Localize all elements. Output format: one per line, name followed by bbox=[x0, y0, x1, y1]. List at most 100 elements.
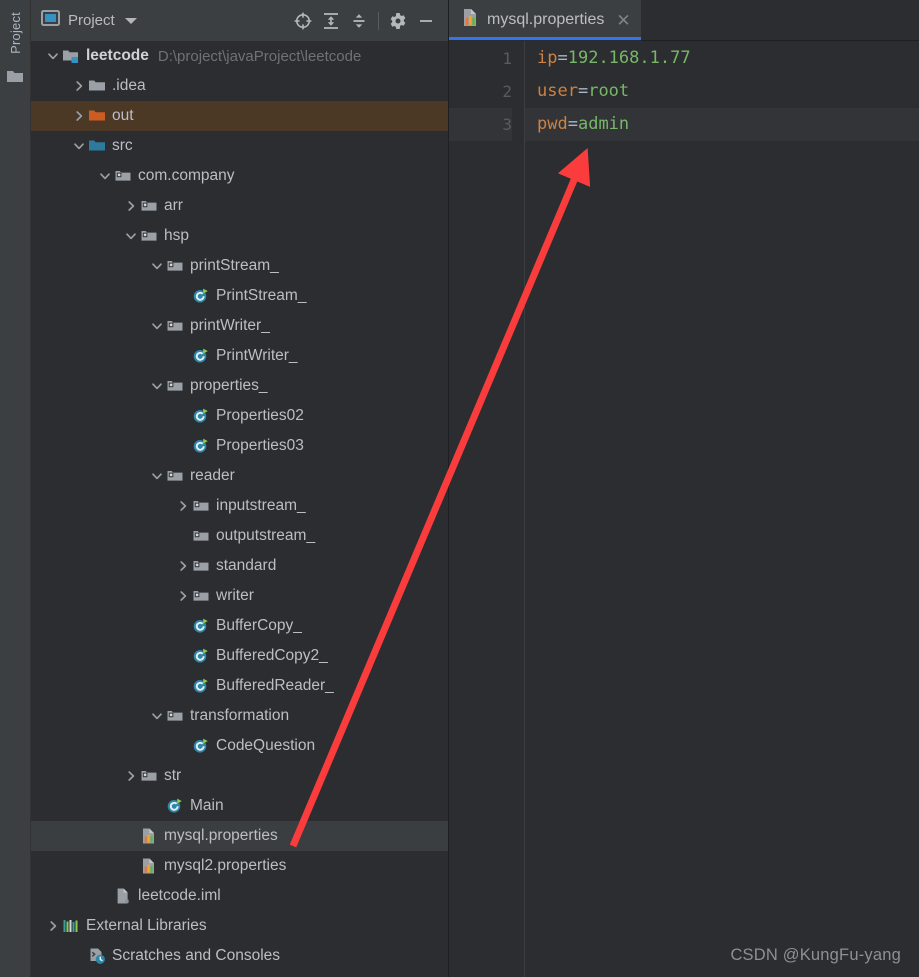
chevron-down-icon[interactable] bbox=[123, 228, 139, 244]
tree-row-label: printWriter_ bbox=[190, 317, 270, 334]
tree-arrow-placeholder bbox=[175, 528, 191, 544]
tree-row[interactable]: properties_ bbox=[31, 371, 448, 401]
tree-row[interactable]: reader bbox=[31, 461, 448, 491]
tree-row[interactable]: inputstream_ bbox=[31, 491, 448, 521]
tree-row[interactable]: arr bbox=[31, 191, 448, 221]
close-icon[interactable]: ✕ bbox=[616, 12, 630, 29]
tree-row[interactable]: leetcode D:\project\javaProject\leetcode bbox=[31, 41, 448, 71]
chevron-down-icon[interactable] bbox=[149, 258, 165, 274]
code-line[interactable]: pwd=admin bbox=[525, 108, 919, 141]
chevron-down-icon[interactable] bbox=[124, 17, 137, 24]
properties-file-icon bbox=[140, 827, 158, 845]
tree-row-label: writer bbox=[216, 587, 254, 604]
tree-row[interactable]: Properties03 bbox=[31, 431, 448, 461]
tree-row[interactable]: transformation bbox=[31, 701, 448, 731]
line-number[interactable]: 1 bbox=[449, 42, 512, 75]
tree-row[interactable]: BufferedReader_ bbox=[31, 671, 448, 701]
locate-in-tree-button[interactable] bbox=[289, 7, 317, 35]
tree-row[interactable]: outputstream_ bbox=[31, 521, 448, 551]
code-text-area[interactable]: ip=192.168.1.77 user=root pwd=admin bbox=[524, 41, 919, 977]
line-number-gutter[interactable]: 123 bbox=[449, 41, 524, 977]
java-class-runnable-icon bbox=[192, 677, 210, 695]
chevron-right-icon[interactable] bbox=[123, 198, 139, 214]
gear-icon[interactable] bbox=[384, 7, 412, 35]
chevron-right-icon[interactable] bbox=[175, 588, 191, 604]
package-icon bbox=[140, 197, 158, 215]
tree-row[interactable]: printWriter_ bbox=[31, 311, 448, 341]
tree-row[interactable]: PrintWriter_ bbox=[31, 341, 448, 371]
tree-row-label: External Libraries bbox=[86, 917, 207, 934]
chevron-right-icon[interactable] bbox=[175, 558, 191, 574]
sidebar-tab-project-label: Project bbox=[7, 12, 23, 54]
tree-row[interactable]: standard bbox=[31, 551, 448, 581]
tree-row[interactable]: External Libraries bbox=[31, 911, 448, 941]
chevron-down-icon[interactable] bbox=[149, 318, 165, 334]
tree-row[interactable]: Scratches and Consoles bbox=[31, 941, 448, 971]
tree-row[interactable]: .idea bbox=[31, 71, 448, 101]
tree-row[interactable]: writer bbox=[31, 581, 448, 611]
tree-row-label: src bbox=[112, 137, 133, 154]
tree-row[interactable]: BufferedCopy2_ bbox=[31, 641, 448, 671]
editor-tab-bar: mysql.properties ✕ bbox=[449, 0, 919, 41]
package-icon bbox=[140, 767, 158, 785]
tree-arrow-placeholder bbox=[71, 948, 87, 964]
chevron-down-icon[interactable] bbox=[149, 378, 165, 394]
editor-tab-mysql-properties[interactable]: mysql.properties ✕ bbox=[449, 0, 641, 40]
tree-row-label: mysql2.properties bbox=[164, 857, 287, 874]
chevron-down-icon[interactable] bbox=[71, 138, 87, 154]
folder-icon[interactable] bbox=[6, 68, 24, 89]
sidebar-tab-project[interactable]: Project bbox=[8, 8, 23, 58]
csdn-watermark: CSDN @KungFu-yang bbox=[730, 946, 901, 964]
libraries-icon bbox=[62, 917, 80, 935]
code-line[interactable]: ip=192.168.1.77 bbox=[525, 42, 919, 75]
tree-row[interactable]: out bbox=[31, 101, 448, 131]
tree-row-label: hsp bbox=[164, 227, 189, 244]
tree-arrow-placeholder bbox=[175, 618, 191, 634]
project-tree[interactable]: leetcode D:\project\javaProject\leetcode.… bbox=[31, 41, 448, 977]
tree-row-label: Main bbox=[190, 797, 224, 814]
tree-row-label: Properties03 bbox=[216, 437, 304, 454]
tree-row[interactable]: leetcode.iml bbox=[31, 881, 448, 911]
chevron-right-icon[interactable] bbox=[71, 78, 87, 94]
tree-row[interactable]: mysql.properties bbox=[31, 821, 448, 851]
tree-row-label: BufferedCopy2_ bbox=[216, 647, 328, 664]
tree-arrow-placeholder bbox=[175, 408, 191, 424]
code-line[interactable]: user=root bbox=[525, 75, 919, 108]
hide-panel-button[interactable] bbox=[412, 7, 440, 35]
tree-row-label: com.company bbox=[138, 167, 235, 184]
collapse-all-button[interactable] bbox=[345, 7, 373, 35]
properties-file-icon bbox=[140, 857, 158, 875]
tree-arrow-placeholder bbox=[175, 438, 191, 454]
expand-all-button[interactable] bbox=[317, 7, 345, 35]
tree-row[interactable]: com.company bbox=[31, 161, 448, 191]
tree-row[interactable]: src bbox=[31, 131, 448, 161]
property-key: ip bbox=[537, 48, 558, 68]
line-number[interactable]: 2 bbox=[449, 75, 512, 108]
tree-row[interactable]: printStream_ bbox=[31, 251, 448, 281]
java-class-runnable-icon bbox=[192, 617, 210, 635]
chevron-right-icon[interactable] bbox=[71, 108, 87, 124]
tree-row[interactable]: str bbox=[31, 761, 448, 791]
tree-row[interactable]: BufferCopy_ bbox=[31, 611, 448, 641]
chevron-right-icon[interactable] bbox=[45, 918, 61, 934]
line-number[interactable]: 3 bbox=[449, 108, 512, 141]
property-key: user bbox=[537, 81, 578, 101]
tree-row-label: BufferCopy_ bbox=[216, 617, 302, 634]
chevron-down-icon[interactable] bbox=[149, 468, 165, 484]
chevron-down-icon[interactable] bbox=[45, 48, 61, 64]
java-class-runnable-icon bbox=[192, 647, 210, 665]
tree-row[interactable]: PrintStream_ bbox=[31, 281, 448, 311]
chevron-right-icon[interactable] bbox=[123, 768, 139, 784]
chevron-down-icon[interactable] bbox=[149, 708, 165, 724]
property-separator: = bbox=[577, 81, 589, 101]
tree-row-label: leetcode.iml bbox=[138, 887, 221, 904]
tree-row-label: printStream_ bbox=[190, 257, 279, 274]
tree-row[interactable]: mysql2.properties bbox=[31, 851, 448, 881]
tree-row[interactable]: CodeQuestion bbox=[31, 731, 448, 761]
tree-row[interactable]: Properties02 bbox=[31, 401, 448, 431]
header-divider bbox=[378, 11, 379, 30]
tree-row[interactable]: hsp bbox=[31, 221, 448, 251]
chevron-down-icon[interactable] bbox=[97, 168, 113, 184]
tree-row[interactable]: Main bbox=[31, 791, 448, 821]
chevron-right-icon[interactable] bbox=[175, 498, 191, 514]
